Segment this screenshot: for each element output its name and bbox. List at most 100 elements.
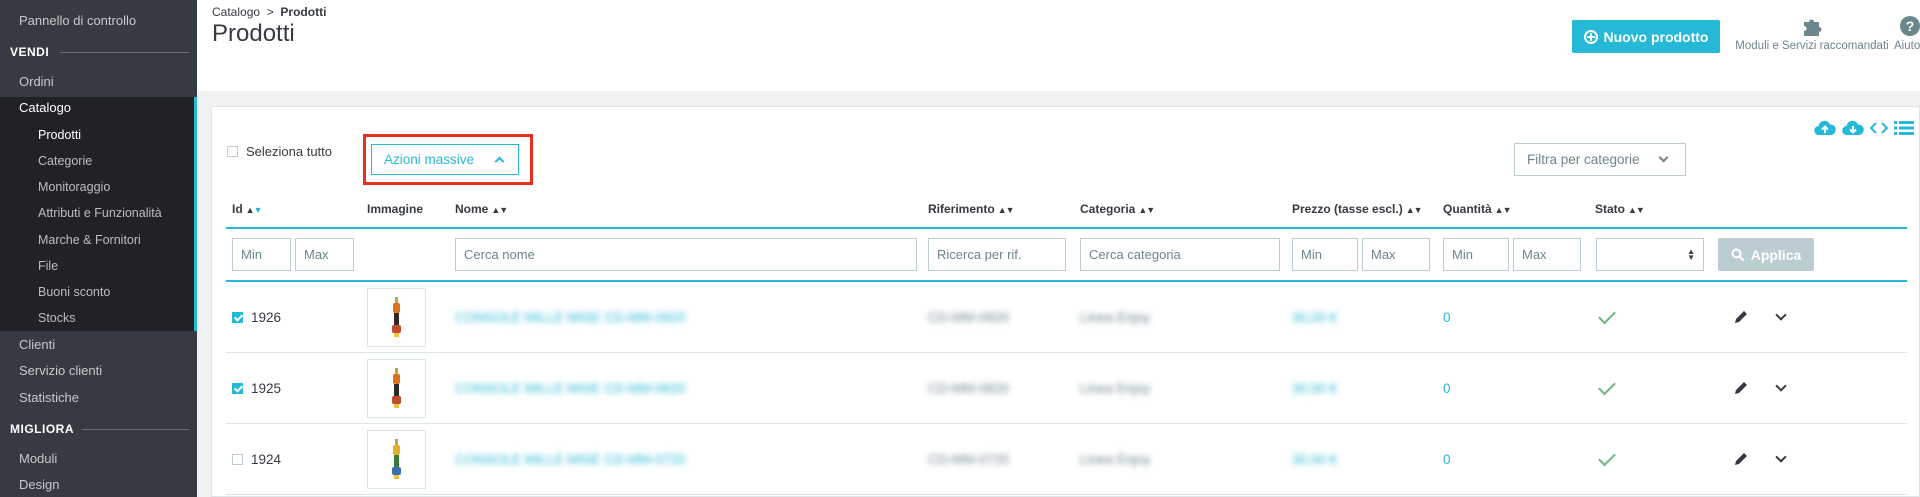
col-header-reference[interactable]: Riferimento ▲▼ <box>928 202 1015 216</box>
sidebar-sub-monitoring[interactable]: Monitoraggio <box>0 179 197 195</box>
filter-categories-dropdown[interactable]: Filtra per categorie <box>1514 143 1686 176</box>
sidebar-item-catalog[interactable]: Catalogo <box>0 100 197 116</box>
row-actions-toggle[interactable] <box>1775 353 1787 423</box>
name-search-input[interactable]: Cerca nome <box>455 238 917 271</box>
row-id-cell: 1924 <box>232 424 281 494</box>
row-id: 1925 <box>251 380 282 396</box>
price-min-input[interactable]: Min <box>1292 238 1358 271</box>
sidebar-item-customer-service[interactable]: Servizio clienti <box>0 363 197 379</box>
col-header-image-label: Immagine <box>367 202 424 216</box>
edit-button[interactable] <box>1733 424 1749 494</box>
sidebar-item-stats[interactable]: Statistiche <box>0 390 197 406</box>
new-product-button[interactable]: Nuovo prodotto <box>1572 20 1720 53</box>
product-quantity[interactable]: 0 <box>1443 282 1451 352</box>
product-image <box>392 297 401 337</box>
col-header-reference-label: Riferimento <box>928 202 995 216</box>
col-header-price[interactable]: Prezzo (tasse escl.) ▲▼ <box>1292 202 1423 216</box>
sort-icon[interactable]: ▲▼ <box>1138 205 1155 215</box>
sidebar-sub-products[interactable]: Prodotti <box>0 127 197 143</box>
edit-button[interactable] <box>1733 282 1749 352</box>
product-price[interactable]: 30,00 € <box>1292 353 1337 423</box>
sort-icon[interactable]: ▲▼ <box>246 205 263 215</box>
list-view-icon[interactable] <box>1894 120 1914 136</box>
status-select[interactable]: ▲ ▼ <box>1596 238 1704 271</box>
id-min-input[interactable]: Min <box>232 238 291 271</box>
product-category: Linea Enjoy <box>1080 309 1151 325</box>
sidebar-item-design[interactable]: Design <box>0 477 197 493</box>
breadcrumb-parent[interactable]: Catalogo <box>212 5 260 19</box>
recommended-modules-label: Moduli e Servizi raccomandati <box>1735 40 1889 52</box>
cloud-upload-icon[interactable] <box>1814 120 1836 136</box>
product-name-link[interactable]: CONSOLE MILLE MISE CD-MM-0920 <box>455 282 685 352</box>
product-price[interactable]: 30,00 € <box>1292 282 1337 352</box>
row-id-cell: 1925 <box>232 353 281 423</box>
product-price[interactable]: 30,00 € <box>1292 424 1337 494</box>
sidebar-item-customers[interactable]: Clienti <box>0 337 197 353</box>
sidebar-item-orders[interactable]: Ordini <box>0 74 197 90</box>
col-header-id[interactable]: Id ▲▼ <box>232 202 263 216</box>
sort-icon[interactable]: ▲▼ <box>1495 205 1512 215</box>
product-image <box>392 368 401 408</box>
sort-icon[interactable]: ▲▼ <box>491 205 508 215</box>
product-quantity[interactable]: 0 <box>1443 353 1451 423</box>
filter-categories-label: Filtra per categorie <box>1527 152 1640 167</box>
row-id: 1924 <box>251 451 282 467</box>
page-title: Prodotti <box>212 20 295 47</box>
sidebar-sub-brands[interactable]: Marche & Fornitori <box>0 232 197 248</box>
help-link[interactable]: ? Aiuto <box>1894 16 1920 52</box>
product-thumbnail[interactable] <box>367 430 426 489</box>
row-checkbox[interactable] <box>232 382 243 394</box>
product-thumbnail[interactable] <box>367 359 426 418</box>
sidebar-sub-categories[interactable]: Categorie <box>0 153 197 169</box>
row-actions-toggle[interactable] <box>1775 424 1787 494</box>
select-all-checkbox[interactable] <box>227 146 238 157</box>
quantity-max-input[interactable]: Max <box>1513 238 1581 271</box>
sort-icon[interactable]: ▲▼ <box>998 205 1015 215</box>
bulk-actions-button[interactable]: Azioni massive <box>371 144 519 175</box>
sidebar-section-improve-label: MIGLIORA <box>10 422 74 436</box>
sort-icon[interactable]: ▲▼ <box>1628 205 1645 215</box>
reference-search-input[interactable]: Ricerca per rif. <box>928 238 1066 271</box>
recommended-modules-link[interactable]: Moduli e Servizi raccomandati <box>1727 16 1897 52</box>
col-header-quantity[interactable]: Quantità ▲▼ <box>1443 202 1511 216</box>
apply-filter-button[interactable]: Applica <box>1718 238 1814 271</box>
select-all-label: Seleziona tutto <box>246 144 333 159</box>
sidebar-section-improve: MIGLIORA <box>0 421 197 437</box>
row-actions-toggle[interactable] <box>1775 282 1787 352</box>
col-header-category-label: Categoria <box>1080 202 1136 216</box>
sidebar-item-modules[interactable]: Moduli <box>0 451 197 467</box>
id-max-input[interactable]: Max <box>295 238 354 271</box>
category-search-input[interactable]: Cerca categoria <box>1080 238 1280 271</box>
table-row: 1925 CONSOLE MILLE MISE CD-MM-0820 CD-MM… <box>212 353 1920 424</box>
pencil-icon <box>1735 453 1747 465</box>
col-header-price-label: Prezzo (tasse escl.) <box>1292 202 1403 216</box>
edit-button[interactable] <box>1733 353 1749 423</box>
col-header-name[interactable]: Nome ▲▼ <box>455 202 508 216</box>
product-name-link[interactable]: CONSOLE MILLE MISE CD-MM-0720 <box>455 424 685 494</box>
status-cell[interactable] <box>1598 424 1616 494</box>
sidebar-sub-stocks[interactable]: Stocks <box>0 310 197 326</box>
status-cell[interactable] <box>1598 353 1616 423</box>
sort-icon[interactable]: ▲▼ <box>1406 205 1423 215</box>
select-all[interactable]: Seleziona tutto <box>227 144 332 159</box>
cloud-download-icon[interactable] <box>1842 120 1864 136</box>
product-quantity[interactable]: 0 <box>1443 424 1451 494</box>
table-row: 1924 CONSOLE MILLE MISE CD-MM-0720 CD-MM… <box>212 424 1920 495</box>
header-divider <box>226 227 1907 229</box>
col-header-status[interactable]: Stato ▲▼ <box>1595 202 1645 216</box>
sidebar-sub-vouchers[interactable]: Buoni sconto <box>0 284 197 300</box>
sidebar-item-dashboard[interactable]: Pannello di controllo <box>0 13 197 29</box>
row-checkbox[interactable] <box>232 311 243 323</box>
price-max-input[interactable]: Max <box>1362 238 1430 271</box>
code-icon[interactable] <box>1870 120 1888 136</box>
puzzle-icon <box>1804 19 1822 36</box>
product-name-link[interactable]: CONSOLE MILLE MISE CD-MM-0820 <box>455 353 685 423</box>
row-checkbox[interactable] <box>232 453 243 465</box>
sidebar-sub-files[interactable]: File <box>0 258 197 274</box>
sidebar-sub-attributes[interactable]: Attributi e Funzionalità <box>0 205 197 221</box>
quantity-min-input[interactable]: Min <box>1443 238 1509 271</box>
col-header-category[interactable]: Categoria ▲▼ <box>1080 202 1155 216</box>
product-thumbnail[interactable] <box>367 288 426 347</box>
status-cell[interactable] <box>1598 282 1616 352</box>
product-image <box>392 439 401 479</box>
